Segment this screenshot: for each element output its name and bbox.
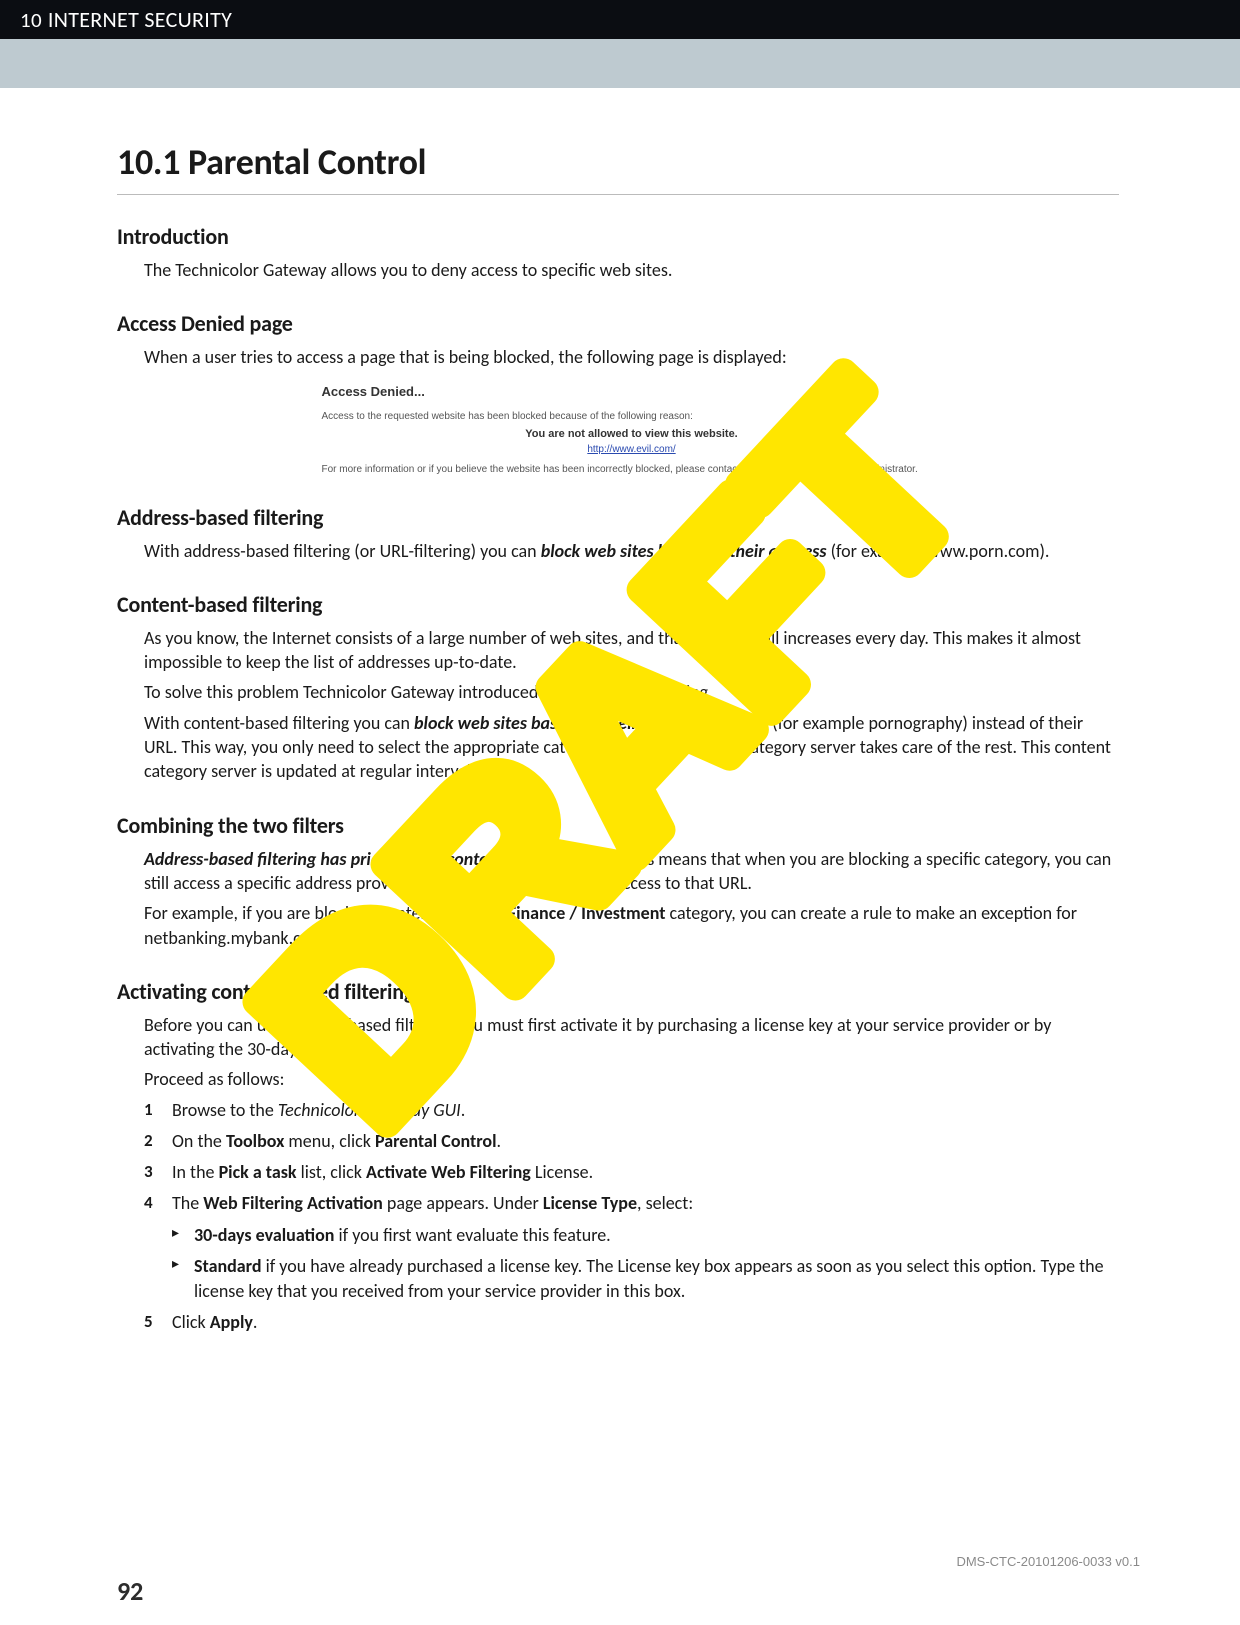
step-item: In the Pick a task list, click Activate … — [144, 1160, 1119, 1185]
body-text: With address-based filtering (or URL-fil… — [144, 539, 1119, 563]
sub-item: 30-days evaluation if you first want eva… — [172, 1223, 1119, 1248]
body-text: To solve this problem Technicolor Gatewa… — [144, 680, 1119, 704]
step-item: Browse to the Technicolor Gateway GUI. — [144, 1098, 1119, 1123]
ad-url-wrap: http://www.evil.com/ — [322, 444, 942, 455]
sub-item: Standard if you have already purchased a… — [172, 1254, 1119, 1304]
tab-decor — [175, 63, 345, 88]
ad-title: Access Denied... — [322, 384, 942, 399]
body-text: The Technicolor Gateway allows you to de… — [144, 258, 1119, 282]
step-item: The Web Filtering Activation page appear… — [144, 1191, 1119, 1304]
step-item: Click Apply. — [144, 1310, 1119, 1335]
heading-combining-filters: Combining the two filters — [117, 812, 1119, 839]
header-tabs-decor — [0, 63, 1240, 88]
sub-list: 30-days evaluation if you first want eva… — [172, 1223, 1119, 1305]
chapter-header: 10 INTERNET SECURITY — [0, 0, 1240, 39]
body-text: Address-based filtering has priority ove… — [144, 847, 1119, 896]
access-denied-screenshot: Access Denied... Access to the requested… — [322, 384, 942, 476]
body-text: When a user tries to access a page that … — [144, 345, 1119, 369]
steps-list: Browse to the Technicolor Gateway GUI. O… — [144, 1098, 1119, 1336]
body-text: Proceed as follows: — [144, 1067, 1119, 1091]
body-text: As you know, the Internet consists of a … — [144, 626, 1119, 675]
body-text: Before you can use content-based filteri… — [144, 1013, 1119, 1062]
ad-not-allowed: You are not allowed to view this website… — [322, 428, 942, 440]
ad-more-info: For more information or if you believe t… — [322, 463, 942, 476]
tab-decor — [880, 63, 1050, 88]
heading-address-filtering: Address-based filtering — [117, 504, 1119, 531]
body-text: For example, if you are blocking content… — [144, 901, 1119, 950]
ad-reason: Access to the requested website has been… — [322, 411, 942, 422]
tab-decor — [353, 63, 523, 88]
footer-doc-code: DMS-CTC-20101206-0033 v0.1 — [956, 1554, 1140, 1569]
ad-url-link[interactable]: http://www.evil.com/ — [587, 444, 675, 455]
heading-activating: Activating content-based filtering — [117, 978, 1119, 1005]
chapter-number: 10 — [20, 7, 42, 33]
heading-access-denied: Access Denied page — [117, 310, 1119, 337]
heading-introduction: Introduction — [117, 223, 1119, 250]
body-text: With content-based filtering you can blo… — [144, 711, 1119, 784]
page-content: 10.1 Parental Control Introduction The T… — [117, 140, 1119, 1341]
footer-page-number: 92 — [117, 1575, 143, 1607]
heading-content-filtering: Content-based filtering — [117, 591, 1119, 618]
chapter-title: INTERNET SECURITY — [48, 6, 232, 33]
step-item: On the Toolbox menu, click Parental Cont… — [144, 1129, 1119, 1154]
document-page: 10 INTERNET SECURITY 10.1 Parental Contr… — [0, 0, 1240, 1625]
section-title: 10.1 Parental Control — [117, 140, 1119, 195]
